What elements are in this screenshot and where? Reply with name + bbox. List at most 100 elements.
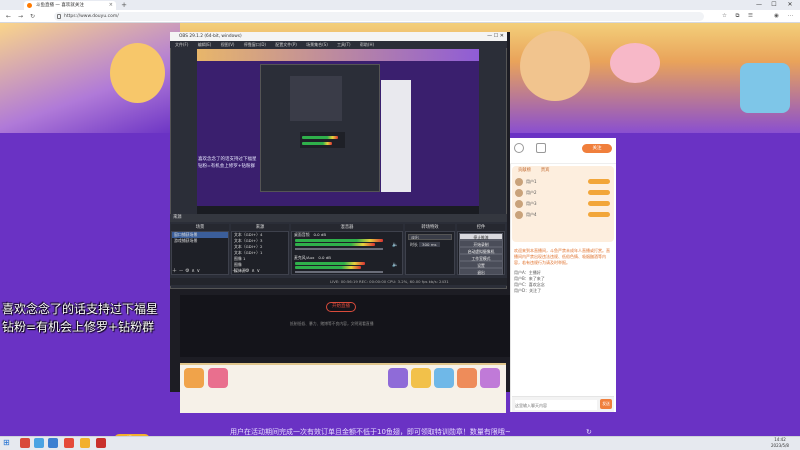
rank-user[interactable]: 用户1	[512, 176, 614, 187]
avatar	[515, 211, 523, 219]
preview-overlay-line1: 喜欢念念了的话支持过下福星	[198, 157, 257, 162]
obs-menu-bar: 文件(F) 编辑(E) 视图(V) 停靠窗口(D) 配置文件(P) 场景集合(S…	[170, 41, 507, 48]
taskbar-app-icon[interactable]	[34, 438, 44, 448]
source-toolbar[interactable]: ＋ － ⚙ ∧ ∨	[232, 268, 288, 274]
transitions-dock-header: 转场特效	[405, 224, 455, 231]
mixer-track-name: 桌面音频 0.0 dB	[294, 232, 327, 237]
maximize-button[interactable]: ☐	[767, 0, 781, 10]
minimize-button[interactable]: —	[752, 0, 766, 10]
preview-banner	[197, 49, 479, 61]
mixer-dock-header: 混音器	[291, 224, 403, 231]
close-window-button[interactable]: ✕	[783, 0, 797, 10]
settings-button[interactable]: 设置	[459, 261, 503, 268]
nested-meter	[302, 136, 338, 139]
obs-menu-docks[interactable]: 停靠窗口(D)	[244, 42, 266, 47]
heart-icon[interactable]	[514, 143, 524, 153]
new-tab-button[interactable]: +	[120, 0, 128, 10]
scene-toolbar[interactable]: ＋ － ⚙ ∧ ∨	[172, 268, 228, 274]
send-button[interactable]: 发送	[600, 399, 612, 409]
speaker-icon[interactable]: 🔈	[392, 242, 400, 248]
avatar	[515, 200, 523, 208]
gift-icon[interactable]	[480, 368, 500, 388]
chat-input[interactable]	[515, 400, 597, 410]
rank-user[interactable]: 用户3	[512, 198, 614, 209]
star-icon[interactable]: ☆	[720, 12, 729, 21]
douyu-favicon-icon	[27, 3, 32, 8]
taskbar-app-icon[interactable]	[20, 438, 30, 448]
gift-icon[interactable]	[388, 368, 408, 388]
desktop-audio-slider[interactable]	[295, 248, 383, 250]
speaker-icon[interactable]: 🔈	[392, 262, 400, 268]
obs-window-controls[interactable]: — ☐ ✕	[478, 32, 507, 41]
send-label: 发送	[602, 401, 610, 406]
virtual-camera-button[interactable]: 启动虚拟摄像机	[459, 247, 503, 254]
mic-meter	[295, 262, 365, 265]
banner-decoration	[610, 43, 660, 83]
start-recording-button[interactable]: 开始录制	[459, 240, 503, 247]
extensions-icon[interactable]: ⧉	[733, 12, 742, 21]
transition-select[interactable]: 淡出	[408, 234, 452, 240]
gift-icon[interactable]	[208, 368, 228, 388]
rank-user[interactable]: 用户4	[512, 209, 614, 220]
duration-input[interactable]: 300 ms	[419, 242, 440, 247]
desktop-audio-meter	[295, 239, 383, 242]
obs-menu-help[interactable]: 帮助(H)	[360, 42, 374, 47]
tab-noble[interactable]: 贵宾	[541, 168, 550, 173]
browser-tab[interactable]: 斗鱼直播 一 喜欢就关注 ×	[24, 1, 116, 10]
stage-start-button[interactable]: 开始直播	[326, 302, 356, 312]
desktop-audio-meter-r	[295, 243, 375, 246]
tab-close-icon[interactable]: ×	[109, 1, 113, 10]
duration-label: 时长	[410, 242, 418, 247]
nested-meter-2	[302, 142, 332, 145]
start-button[interactable]: ⊞	[3, 437, 13, 449]
system-tray-clock[interactable]: 14:42 2023/5/8	[760, 437, 800, 450]
rank-user[interactable]: 用户2	[512, 187, 614, 198]
gift-icon[interactable]	[434, 368, 454, 388]
mic-slider[interactable]	[295, 271, 383, 273]
taskbar-app-icon[interactable]	[64, 438, 74, 448]
gift-icon[interactable]	[411, 368, 431, 388]
stage-caption: 抵制低俗、暴力、赌博等不良内容，文明观看直播	[290, 321, 374, 326]
taskbar-app-icon[interactable]	[48, 438, 58, 448]
mascot-art	[520, 31, 590, 101]
rank-badge	[588, 190, 610, 195]
gift-icon[interactable]	[457, 368, 477, 388]
tab-rank[interactable]: 贡献榜	[518, 168, 531, 173]
obs-menu-profile[interactable]: 配置文件(P)	[275, 42, 297, 47]
profile-icon[interactable]: ◉	[772, 12, 781, 21]
refresh-icon[interactable]: ↻	[586, 428, 594, 436]
obs-sources-title: 来源	[170, 214, 507, 222]
gift-icon[interactable]	[184, 368, 204, 388]
scene-item[interactable]: 游戏捕获场景	[172, 238, 228, 244]
nested-mixer	[300, 132, 345, 148]
obs-menu-tools[interactable]: 工具(T)	[337, 42, 351, 47]
avatar	[515, 189, 523, 197]
controls-dock-header: 控件	[457, 224, 505, 231]
obs-menu-view[interactable]: 视图(V)	[221, 42, 235, 47]
obs-menu-scene-collection[interactable]: 场景集合(S)	[306, 42, 328, 47]
overlay-line-2: 钻粉=有机会上修罗+钻粉群	[2, 320, 155, 334]
forward-button[interactable]: →	[16, 12, 25, 21]
rank-panel: 贡献榜 贵宾 用户1 用户2 用户3 用户4	[512, 166, 614, 242]
share-icon[interactable]	[536, 143, 546, 153]
stop-stream-button[interactable]: 停止推流	[459, 233, 503, 240]
follow-button[interactable]: 关注	[582, 144, 612, 153]
studio-mode-button[interactable]: 工作室模式	[459, 254, 503, 261]
exit-button[interactable]: 退出	[459, 268, 503, 275]
banner-logo	[740, 63, 790, 113]
reload-button[interactable]: ↻	[28, 12, 37, 21]
url-bar[interactable]: https://www.douyu.com/	[54, 12, 704, 21]
taskbar-app-icon[interactable]	[80, 438, 90, 448]
favorites-icon[interactable]: ☰	[746, 12, 755, 21]
taskbar-app-icon[interactable]	[96, 438, 106, 448]
back-button[interactable]: ←	[4, 12, 13, 21]
obs-menu-file[interactable]: 文件(F)	[175, 42, 188, 47]
obs-menu-edit[interactable]: 编辑(E)	[198, 42, 212, 47]
nested-preview	[290, 76, 342, 121]
more-menu-icon[interactable]: ⋯	[786, 12, 795, 21]
avatar	[515, 178, 523, 186]
lock-icon	[57, 14, 61, 19]
audio-mixer: 桌面音频 0.0 dB 麦克风/Aux 0.0 dB	[291, 231, 403, 275]
url-text: https://www.douyu.com/	[64, 14, 119, 19]
banner-character	[110, 43, 165, 103]
